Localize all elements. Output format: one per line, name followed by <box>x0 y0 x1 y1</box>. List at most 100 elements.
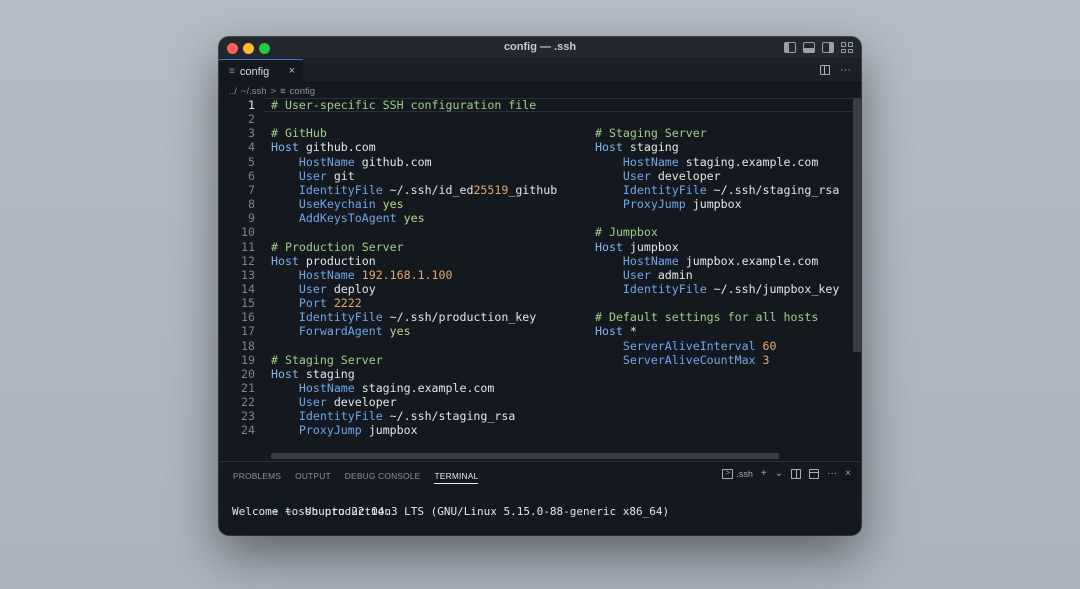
breadcrumb-prefix[interactable]: ../ <box>229 86 237 97</box>
code-line[interactable]: # GitHub <box>271 126 327 140</box>
line-number: 10 <box>241 225 255 240</box>
split-terminal-icon[interactable] <box>791 468 802 479</box>
code-line[interactable]: ForwardAgent yes <box>271 324 411 338</box>
code-line-right-column[interactable]: User admin <box>595 268 693 282</box>
code-line[interactable]: UseKeychain yes <box>271 197 404 211</box>
line-number: 11 <box>241 239 255 254</box>
panel-tab-terminal[interactable]: TERMINAL <box>434 471 479 484</box>
code-line[interactable]: Host production <box>271 254 376 268</box>
code-line[interactable]: Host staging <box>271 367 355 381</box>
code-line-right-column[interactable]: Host jumpbox <box>595 240 679 254</box>
terminal-shell-selector[interactable]: > .ssh <box>722 468 753 479</box>
panel-tab-debug-console[interactable]: DEBUG CONSOLE <box>345 471 421 484</box>
code-line[interactable]: User git <box>271 169 355 183</box>
code-line[interactable]: Port 2222 <box>271 296 362 310</box>
code-line[interactable]: IdentityFile ~/.ssh/id_ed25519_github <box>271 183 557 197</box>
line-number: 16 <box>241 310 255 325</box>
code-line-right-column[interactable]: HostName jumpbox.example.com <box>595 254 818 268</box>
line-number: 19 <box>241 352 255 367</box>
line-number: 8 <box>248 197 255 212</box>
panel-actions: > .ssh + ⌄ ··· × <box>722 468 851 479</box>
line-number: 1 <box>248 98 255 112</box>
terminal-output: Welcome to Ubuntu 22.04.3 LTS (GNU/Linux… <box>232 505 670 518</box>
breadcrumb-folder[interactable]: ~/.ssh <box>241 86 267 97</box>
line-number: 17 <box>241 324 255 339</box>
code-line-right-column[interactable]: User developer <box>595 169 721 183</box>
customize-layout-icon[interactable] <box>841 42 853 53</box>
panel-tabs: PROBLEMS OUTPUT DEBUG CONSOLE TERMINAL <box>233 471 479 484</box>
horizontal-scrollbar[interactable] <box>271 453 779 459</box>
code-line[interactable]: AddKeysToAgent yes <box>271 211 425 225</box>
code-line-right-column[interactable]: ServerAliveCountMax 3 <box>595 353 770 367</box>
line-number: 9 <box>248 211 255 226</box>
more-actions-icon[interactable]: ··· <box>840 64 851 76</box>
line-number: 7 <box>248 182 255 197</box>
vscode-window: config — .ssh ≡ config × ··· ../ ~/.ssh >… <box>219 37 861 535</box>
line-number: 4 <box>248 140 255 155</box>
panel-tab-problems[interactable]: PROBLEMS <box>233 471 281 484</box>
line-number: 12 <box>241 253 255 268</box>
code-line[interactable]: IdentityFile ~/.ssh/production_key <box>271 310 536 324</box>
line-number: 15 <box>241 296 255 311</box>
more-actions-icon[interactable]: ··· <box>827 468 837 479</box>
code-line[interactable]: HostName 192.168.1.100 <box>271 268 453 282</box>
code-line[interactable]: IdentityFile ~/.ssh/staging_rsa <box>271 409 515 423</box>
chevron-down-icon[interactable]: ⌄ <box>775 468 783 479</box>
code-line-right-column[interactable]: IdentityFile ~/.ssh/jumpbox_key <box>595 282 839 296</box>
editor-actions: ··· <box>820 64 851 76</box>
line-number: 23 <box>241 409 255 424</box>
code-line-right-column[interactable]: # Jumpbox <box>595 225 658 239</box>
code-line-right-column[interactable]: ServerAliveInterval 60 <box>595 339 777 353</box>
breadcrumb-separator: > <box>270 85 277 97</box>
code-line-right-column[interactable]: # Default settings for all hosts <box>595 310 818 324</box>
bottom-panel: PROBLEMS OUTPUT DEBUG CONSOLE TERMINAL > .s… <box>219 461 861 535</box>
code-line[interactable]: Host github.com <box>271 140 376 154</box>
panel-tab-output[interactable]: OUTPUT <box>295 471 331 484</box>
code-line-right-column[interactable]: # Staging Server <box>595 126 707 140</box>
code-line[interactable]: HostName staging.example.com <box>271 381 494 395</box>
code-line[interactable]: # Production Server <box>271 240 404 254</box>
code-line-right-column[interactable]: Host staging <box>595 140 679 154</box>
code-line[interactable]: User deploy <box>271 282 376 296</box>
code-line[interactable]: ProxyJump jumpbox <box>271 423 418 437</box>
breadcrumb-file[interactable]: config <box>290 86 315 97</box>
code-line[interactable]: User developer <box>271 395 397 409</box>
vertical-scrollbar[interactable] <box>853 98 861 352</box>
line-number: 5 <box>248 154 255 169</box>
toggle-secondary-sidebar-icon[interactable] <box>822 42 834 53</box>
code-line-right-column[interactable]: HostName staging.example.com <box>595 155 818 169</box>
close-tab-icon[interactable]: × <box>289 65 295 77</box>
line-number: 24 <box>241 423 255 438</box>
shell-label: .ssh <box>736 468 753 479</box>
split-editor-icon[interactable] <box>820 65 830 75</box>
toggle-primary-sidebar-icon[interactable] <box>784 42 796 53</box>
file-icon: ≡ <box>229 66 235 77</box>
file-icon: ≡ <box>280 85 286 97</box>
code-line[interactable]: # Staging Server <box>271 353 383 367</box>
breadcrumb: ../ ~/.ssh > ≡ config <box>229 84 315 98</box>
code-line[interactable]: # User-specific SSH configuration file <box>271 98 536 112</box>
trash-icon[interactable] <box>809 468 820 479</box>
title-bar: config — .ssh <box>219 37 861 59</box>
window-title: config — .ssh <box>503 41 577 53</box>
line-number: 21 <box>241 381 255 395</box>
code-line-right-column[interactable]: Host * <box>595 324 637 338</box>
line-number: 13 <box>241 267 255 282</box>
close-panel-icon[interactable]: × <box>845 468 851 479</box>
code-line-right-column[interactable]: ProxyJump jumpbox <box>595 197 742 211</box>
line-number: 18 <box>241 338 255 353</box>
line-number: 14 <box>241 281 255 296</box>
line-number: 6 <box>248 168 255 183</box>
new-terminal-icon[interactable]: + <box>761 468 767 479</box>
terminal-icon: > <box>722 468 734 479</box>
tab-label: config <box>239 65 270 78</box>
line-number: 2 <box>248 112 255 127</box>
toggle-panel-icon[interactable] <box>803 42 815 53</box>
line-number: 22 <box>241 395 255 410</box>
code-editor[interactable]: 1 # User-specific SSH configuration file 2… <box>219 98 853 460</box>
code-line[interactable]: HostName github.com <box>271 155 432 169</box>
code-line-right-column[interactable]: IdentityFile ~/.ssh/staging_rsa <box>595 183 839 197</box>
tab-config[interactable]: ≡ config × <box>219 59 303 83</box>
layout-controls <box>784 42 853 53</box>
line-number: 20 <box>241 366 255 381</box>
